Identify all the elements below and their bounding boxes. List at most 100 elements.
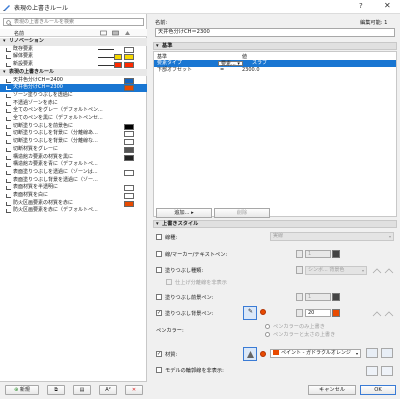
- pen-color-only-radio[interactable]: [265, 324, 270, 329]
- ok-button[interactable]: OK: [360, 385, 396, 395]
- list-group[interactable]: ▾ 表現の上書きルール: [0, 68, 147, 77]
- color-swatch: [114, 54, 122, 61]
- list-item-label: 解体要素: [13, 53, 34, 60]
- criteria-section-header[interactable]: ▾ 基準: [153, 42, 397, 50]
- rule-icon: [6, 109, 11, 114]
- list-item[interactable]: 表面材質を半透明に: [0, 184, 147, 192]
- list-group[interactable]: ▾ リノベーション: [0, 38, 147, 46]
- criteria-row[interactable]: 下部オフセット = 2300.0: [154, 67, 396, 74]
- rule-name-field[interactable]: 天井色分けCH＝2300: [155, 28, 395, 37]
- fill-type-value: シンボ... 背景色: [308, 267, 345, 273]
- rule-icon: [6, 186, 11, 191]
- fill-type-select[interactable]: シンボ... 背景色 ▾: [305, 266, 367, 275]
- material-option-button[interactable]: [366, 348, 378, 358]
- folder-button[interactable]: ▤: [73, 385, 91, 395]
- delete-criteria-button[interactable]: 削除: [214, 208, 270, 218]
- fill-bg-label: 塗りつぶし背景ペン:: [165, 311, 214, 317]
- color-swatch: [124, 46, 134, 53]
- pen-icon: [296, 309, 303, 317]
- outline-option-button[interactable]: [381, 366, 393, 376]
- list-item-label: 表面材質を半透明に: [13, 184, 59, 191]
- fill-bg-checkbox[interactable]: ✓: [156, 310, 162, 316]
- rename-button[interactable]: A²: [99, 385, 117, 395]
- close-button[interactable]: ✕: [384, 1, 391, 10]
- fill-bg-pen-picker[interactable]: ✎: [243, 306, 257, 320]
- pen-color-weight-label: ペンカラーと太さの上書き: [273, 332, 336, 338]
- new-button[interactable]: ⊕ 新規: [5, 385, 39, 395]
- model-outline-checkbox[interactable]: [156, 367, 162, 373]
- list-item[interactable]: 防火区画要素を赤に（デフォルトペ...: [0, 207, 147, 215]
- fill-type-label: 塗りつぶし種類:: [165, 268, 204, 274]
- material-checkbox[interactable]: ✓: [156, 351, 162, 357]
- rule-icon: [6, 155, 11, 160]
- pen-color-weight-radio[interactable]: [265, 332, 270, 337]
- list-item[interactable]: 構造館カ要素を青に（デフォルトペ...: [0, 161, 147, 169]
- list-item[interactable]: 解体要素: [0, 53, 147, 61]
- material-option-button[interactable]: [381, 348, 393, 358]
- list-item[interactable]: 全てのペンを黒に（デフォルトペンセ...: [0, 115, 147, 123]
- fill-bg-number[interactable]: 20: [305, 309, 331, 317]
- material-color-dot: [260, 351, 266, 357]
- fill-fg-swatch[interactable]: [332, 293, 340, 301]
- list-item[interactable]: ゾーン塗りつぶしを透過に: [0, 92, 147, 100]
- list-item[interactable]: 切断塗りつぶしを背景に（分離線あ...: [0, 130, 147, 138]
- rule-icon: [6, 163, 11, 168]
- material-picker[interactable]: [243, 347, 257, 361]
- title-bar: 表現の上書きルール ? ✕: [0, 0, 400, 14]
- fill-bg-swatch[interactable]: [332, 309, 340, 317]
- chevron-down-icon: ▾: [156, 221, 159, 227]
- list-item-label: リノベーション: [9, 38, 44, 44]
- operator-dropdown[interactable]: 要素... ▾: [218, 61, 243, 67]
- window-title: 表現の上書きルール: [14, 5, 69, 12]
- style-section-header[interactable]: ▾ 上書きスタイル: [153, 220, 397, 228]
- line-pen-swatch[interactable]: [332, 250, 340, 258]
- color-swatch: [124, 85, 134, 92]
- rule-icon: [6, 55, 11, 60]
- search-input[interactable]: 表現の上書きルールを検索: [3, 18, 144, 26]
- line-type-select[interactable]: 実線 ▾: [270, 232, 394, 241]
- cancel-button[interactable]: キャンセル: [308, 385, 356, 395]
- material-select[interactable]: ペイント - ガドラクルオレンジ ▾: [270, 349, 361, 358]
- hide-separator-checkbox[interactable]: [166, 279, 172, 285]
- delete-rule-button[interactable]: ✕: [125, 385, 143, 395]
- criteria-operator: =: [220, 67, 225, 73]
- list-item-label: 切断材質をグレーに: [13, 145, 59, 152]
- list-item-label: ゾーン塗りつぶしを透過に: [13, 91, 73, 98]
- duplicate-button[interactable]: ⧉: [47, 385, 65, 395]
- search-icon: [6, 20, 12, 26]
- fill-fg-checkbox[interactable]: [156, 294, 162, 300]
- list-item[interactable]: 切断塗りつぶしを背景に（分離線な...: [0, 138, 147, 146]
- chevron-down-icon[interactable]: ▾: [3, 69, 6, 77]
- rule-icon: [6, 209, 11, 214]
- rule-icon: [6, 117, 11, 121]
- rule-icon: [3, 5, 10, 11]
- color-swatch: [124, 54, 134, 61]
- list-item[interactable]: 切断材質をグレーに: [0, 146, 147, 154]
- hide-separator-label: 仕上げ分離線を非表示: [175, 280, 227, 286]
- fill-bg-color-dot: [260, 309, 266, 315]
- list-item-label: 天井色分けCH＝2300: [13, 84, 63, 91]
- help-button[interactable]: ?: [359, 2, 363, 10]
- add-criteria-button[interactable]: 追加... ▸: [156, 208, 212, 218]
- line-pen-checkbox[interactable]: [156, 251, 162, 257]
- model-outline-label: モデルの輪郭線を非表示:: [165, 368, 224, 374]
- list-item[interactable]: 表面塗りつぶしを透過に（ゾーンは...: [0, 169, 147, 177]
- rules-panel: 表現の上書きルールを検索 名前 ▾ リノベーション 既存要素 解体要素 新設要素 ▾ 表現の…: [0, 14, 147, 399]
- criteria-name: 要素タイプ: [157, 60, 183, 66]
- list-item-label: 表現の上書きルール: [9, 68, 55, 75]
- list-item[interactable]: 表面材質を白に: [0, 192, 147, 200]
- value-col-header: 値: [242, 54, 248, 60]
- list-item[interactable]: 新設要素: [0, 61, 147, 69]
- color-swatch: [124, 154, 134, 161]
- outline-option-button[interactable]: [366, 366, 378, 376]
- color-swatch: [124, 131, 134, 138]
- criteria-row[interactable]: 要素タイプ 要素... ▾ スラブ: [154, 60, 396, 67]
- line-type-checkbox[interactable]: [156, 234, 162, 240]
- fill-type-checkbox[interactable]: [156, 267, 162, 273]
- fill-fg-number[interactable]: 1: [305, 293, 331, 301]
- folder-icon: ▤: [79, 387, 85, 393]
- chevron-down-icon[interactable]: ▾: [3, 38, 6, 46]
- list-item[interactable]: 全てのペンをグレー（デフォルトペン...: [0, 107, 147, 115]
- list-item[interactable]: 天井色分けCH＝2300: [0, 84, 147, 92]
- line-pen-number[interactable]: 1: [305, 250, 331, 258]
